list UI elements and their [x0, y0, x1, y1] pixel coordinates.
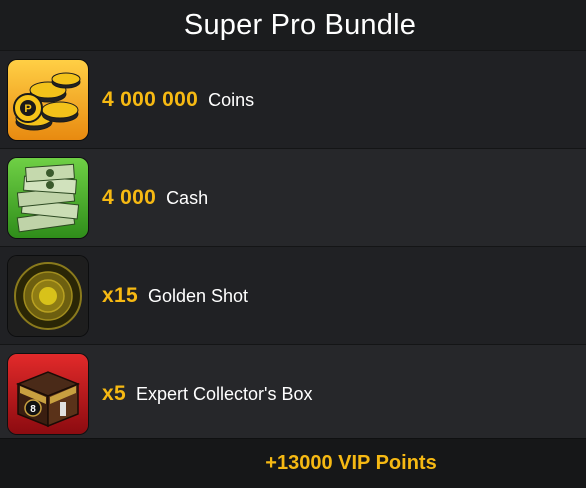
- item-quantity: x15: [102, 283, 138, 307]
- item-name: Expert Collector's Box: [135, 383, 313, 404]
- bundle-header: Super Pro Bundle: [0, 0, 586, 50]
- vip-points-footer: +13000 VIP Points: [0, 438, 586, 488]
- item-label: x15 Golden Shot: [102, 284, 248, 308]
- svg-text:8: 8: [30, 404, 36, 415]
- item-label: x5 Expert Collector's Box: [102, 382, 312, 406]
- cash-icon: [8, 157, 88, 238]
- bundle-item-coins: P 4 000 000 Coins: [0, 50, 586, 148]
- item-quantity: x5: [102, 381, 126, 405]
- item-label: 4 000 000 Coins: [102, 88, 254, 112]
- item-name: Golden Shot: [147, 285, 249, 306]
- item-quantity: 4 000: [102, 185, 157, 209]
- bundle-title: Super Pro Bundle: [183, 8, 417, 41]
- collector-box-icon: 8: [8, 353, 88, 434]
- item-label: 4 000 Cash: [102, 186, 208, 210]
- item-name: Coins: [208, 89, 255, 110]
- bundle-item-golden-shot: x15 Golden Shot: [0, 246, 586, 344]
- bundle-item-collector-box: 8 x5 Expert Collector's Box: [0, 344, 586, 442]
- coins-icon: P: [8, 59, 88, 140]
- item-quantity: 4 000 000: [102, 87, 199, 111]
- golden-shot-icon: [8, 255, 88, 336]
- bundle-panel: Super Pro Bundle P 4 000 000 Coins 4 000…: [0, 0, 586, 488]
- svg-text:P: P: [24, 103, 31, 115]
- bundle-item-cash: 4 000 Cash: [0, 148, 586, 246]
- vip-points: +13000 VIP Points: [265, 452, 437, 474]
- item-name: Cash: [166, 187, 209, 208]
